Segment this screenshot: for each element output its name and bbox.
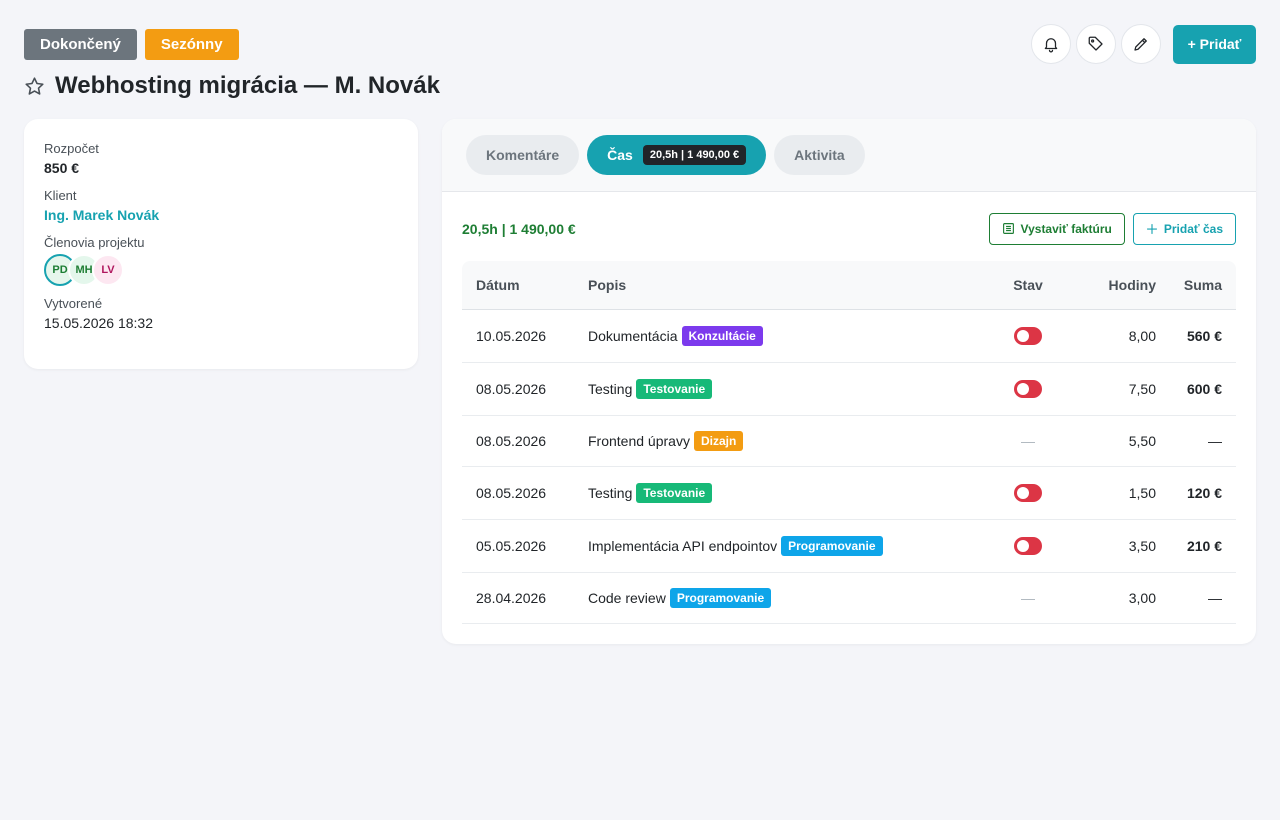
avatar[interactable]: LV bbox=[92, 254, 124, 286]
plus-icon bbox=[1146, 223, 1157, 234]
add-time-button[interactable]: Pridať čas bbox=[1132, 212, 1236, 245]
created-label: Vytvorené bbox=[44, 296, 103, 311]
top-actions: + Pridať bbox=[1031, 24, 1256, 64]
row-status bbox=[978, 537, 1078, 555]
project-info-card: Rozpočet 850 € Klient Ing. Marek Novák Č… bbox=[24, 119, 418, 369]
category-tag: Programovanie bbox=[669, 588, 772, 608]
column-header-hours[interactable]: Hodiny bbox=[1078, 277, 1156, 293]
column-header-status[interactable]: Stav bbox=[978, 277, 1078, 293]
row-desc: Frontend úpravy Dizajn bbox=[588, 431, 978, 451]
row-sum: — bbox=[1208, 433, 1222, 449]
row-status: — bbox=[1021, 433, 1035, 449]
time-total: 20,5h | 1 490,00 € bbox=[462, 220, 576, 237]
tab-time[interactable]: Čas 20,5h | 1 490,00 € bbox=[587, 135, 767, 175]
row-hours: 3,50 bbox=[1128, 538, 1156, 554]
time-tracking-card: Komentáre Čas 20,5h | 1 490,00 € Aktivit… bbox=[442, 119, 1256, 644]
column-header-date[interactable]: Dátum bbox=[462, 277, 588, 293]
category-tag: Dizajn bbox=[693, 431, 744, 451]
table-row[interactable]: 05.05.2026 Implementácia API endpointov … bbox=[462, 520, 1236, 573]
star-icon[interactable] bbox=[24, 76, 45, 97]
invoice-toggle[interactable] bbox=[1014, 537, 1042, 555]
notifications-button[interactable] bbox=[1031, 24, 1071, 64]
pencil-icon bbox=[1134, 38, 1147, 51]
time-entries-table: Dátum Popis Stav Hodiny Suma 10.05.2026 … bbox=[462, 261, 1236, 624]
title-row: Webhosting migrácia — M. Novák bbox=[24, 72, 440, 100]
table-row[interactable]: 08.05.2026 Testing Testovanie 7,50 600 € bbox=[462, 363, 1236, 416]
summary-actions: Vystaviť faktúru Pridať čas bbox=[988, 212, 1236, 245]
category-tag: Programovanie bbox=[781, 536, 883, 556]
row-desc-text: Testing bbox=[588, 381, 633, 397]
page-title: Webhosting migrácia — M. Novák bbox=[55, 72, 440, 99]
row-date: 28.04.2026 bbox=[476, 590, 547, 606]
row-desc: Testing Testovanie bbox=[588, 379, 978, 399]
status-badges: Dokončený Sezónny bbox=[24, 29, 239, 60]
row-date: 05.05.2026 bbox=[476, 538, 547, 554]
tag-icon bbox=[1088, 36, 1103, 51]
table-row[interactable]: 08.05.2026 Testing Testovanie 1,50 120 € bbox=[462, 467, 1236, 520]
invoice-toggle[interactable] bbox=[1014, 380, 1042, 398]
row-hours: 1,50 bbox=[1128, 485, 1156, 501]
invoice-button-label: Vystaviť faktúru bbox=[1020, 221, 1112, 236]
add-time-button-label: Pridať čas bbox=[1163, 221, 1223, 236]
tab-bar: Komentáre Čas 20,5h | 1 490,00 € Aktivit… bbox=[442, 119, 1256, 192]
row-status bbox=[978, 327, 1078, 345]
member-avatars: PD MH LV bbox=[44, 254, 398, 286]
category-tag: Testovanie bbox=[636, 483, 713, 503]
table-header: Dátum Popis Stav Hodiny Suma bbox=[462, 261, 1236, 310]
column-header-sum[interactable]: Suma bbox=[1156, 277, 1236, 293]
tab-time-label: Čas bbox=[607, 147, 633, 163]
client-link[interactable]: Ing. Marek Novák bbox=[44, 207, 398, 223]
invoice-toggle[interactable] bbox=[1014, 484, 1042, 502]
invoice-toggle[interactable] bbox=[1014, 327, 1042, 345]
row-desc: Dokumentácia Konzultácie bbox=[588, 326, 978, 346]
row-date: 10.05.2026 bbox=[476, 328, 547, 344]
row-sum: 560 € bbox=[1186, 328, 1222, 344]
category-tag: Testovanie bbox=[636, 379, 713, 399]
row-hours: 3,00 bbox=[1128, 590, 1156, 606]
bell-icon bbox=[1044, 38, 1058, 53]
tab-activity[interactable]: Aktivita bbox=[774, 135, 865, 175]
row-sum: 210 € bbox=[1186, 538, 1222, 554]
edit-button[interactable] bbox=[1121, 24, 1161, 64]
row-status bbox=[978, 380, 1078, 398]
row-hours: 5,50 bbox=[1128, 433, 1156, 449]
row-sum: 600 € bbox=[1186, 381, 1222, 397]
row-date: 08.05.2026 bbox=[476, 485, 547, 501]
summary-row: 20,5h | 1 490,00 € Vystaviť faktúru Prid… bbox=[462, 212, 1236, 245]
column-header-desc[interactable]: Popis bbox=[588, 277, 978, 293]
row-sum: — bbox=[1208, 590, 1222, 606]
row-desc-text: Dokumentácia bbox=[588, 328, 678, 344]
budget-value: 850 € bbox=[44, 160, 80, 176]
table-row[interactable]: 08.05.2026 Frontend úpravy Dizajn — 5,50… bbox=[462, 416, 1236, 467]
invoice-button[interactable]: Vystaviť faktúru bbox=[988, 212, 1125, 245]
row-desc-text: Implementácia API endpointov bbox=[588, 538, 778, 554]
table-row[interactable]: 10.05.2026 Dokumentácia Konzultácie 8,00… bbox=[462, 310, 1236, 363]
client-label: Klient bbox=[44, 188, 77, 203]
row-desc: Testing Testovanie bbox=[588, 483, 978, 503]
row-date: 08.05.2026 bbox=[476, 433, 547, 449]
row-sum: 120 € bbox=[1186, 485, 1222, 501]
members-label: Členovia projektu bbox=[44, 235, 145, 250]
row-desc: Implementácia API endpointov Programovan… bbox=[588, 536, 978, 556]
category-tag: Konzultácie bbox=[681, 326, 763, 346]
status-badge-completed: Dokončený bbox=[24, 29, 137, 60]
add-button[interactable]: + Pridať bbox=[1173, 24, 1256, 64]
time-summary-pill: 20,5h | 1 490,00 € bbox=[642, 145, 747, 165]
table-row[interactable]: 28.04.2026 Code review Programovanie — 3… bbox=[462, 573, 1236, 624]
row-date: 08.05.2026 bbox=[476, 381, 547, 397]
budget-label: Rozpočet bbox=[44, 141, 99, 156]
invoice-icon bbox=[1002, 223, 1014, 234]
row-status: — bbox=[1021, 590, 1035, 606]
tags-button[interactable] bbox=[1076, 24, 1116, 64]
row-desc-text: Testing bbox=[588, 485, 633, 501]
row-status bbox=[978, 484, 1078, 502]
created-value: 15.05.2026 18:32 bbox=[44, 315, 153, 331]
row-hours: 8,00 bbox=[1128, 328, 1156, 344]
row-desc: Code review Programovanie bbox=[588, 588, 978, 608]
row-desc-text: Frontend úpravy bbox=[588, 433, 690, 449]
row-hours: 7,50 bbox=[1128, 381, 1156, 397]
tab-comments[interactable]: Komentáre bbox=[466, 135, 580, 175]
status-badge-seasonal: Sezónny bbox=[144, 29, 239, 60]
row-desc-text: Code review bbox=[588, 590, 666, 606]
